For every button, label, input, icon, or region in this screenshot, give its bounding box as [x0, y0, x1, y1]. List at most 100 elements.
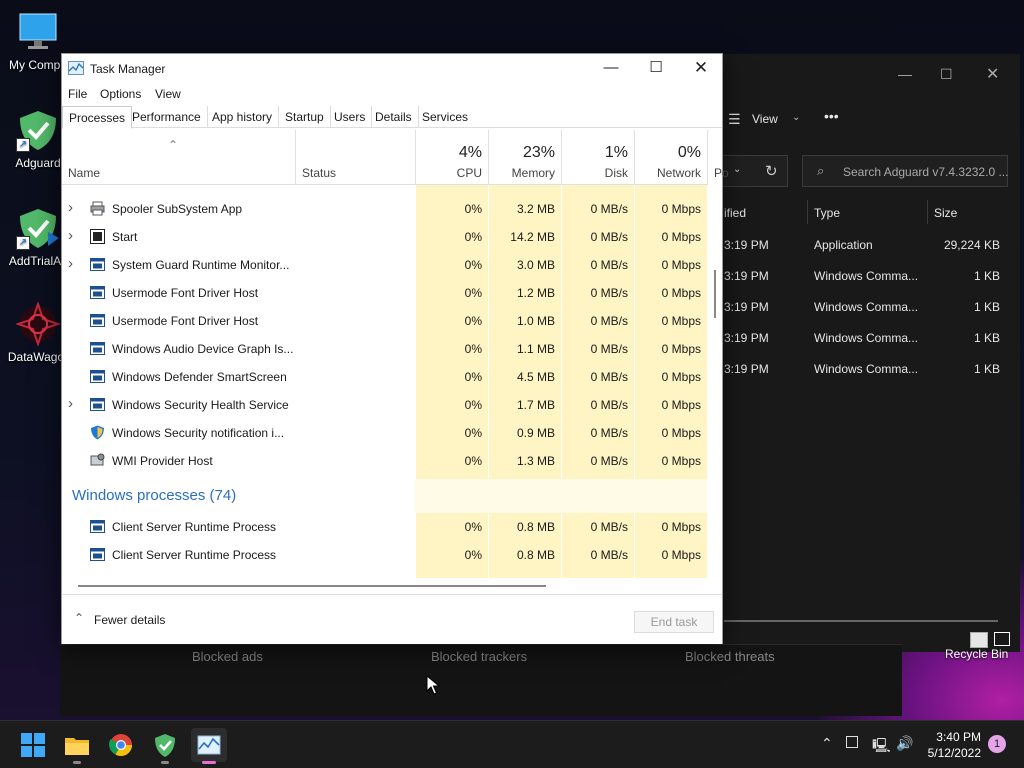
tab-performance[interactable]: Performance [126, 106, 208, 128]
close-button[interactable]: ✕ [678, 54, 724, 84]
chevron-up-icon[interactable]: ⌃ [74, 611, 84, 625]
expand-chevron-icon[interactable]: › [68, 255, 78, 272]
process-row[interactable]: › Start 0% 14.2 MB 0 MB/s 0 Mbps [62, 223, 708, 251]
view-menu-button[interactable]: View [752, 112, 778, 126]
tab-processes[interactable]: Processes [62, 106, 133, 129]
process-name: Spooler SubSystem App [112, 202, 243, 216]
process-disk: 0 MB/s [590, 520, 628, 534]
view-menu-icon: ☰ [728, 111, 741, 127]
adguard-shield-icon: ↗ [16, 108, 60, 152]
app-window-icon [90, 341, 105, 356]
process-name: System Guard Runtime Monitor... [112, 258, 290, 272]
process-row[interactable]: › Windows Security Health Service 0% 1.7 MB… [62, 391, 708, 419]
tab-services[interactable]: Services [416, 106, 474, 128]
minimize-icon[interactable]: — [898, 66, 912, 82]
fewer-details-button[interactable]: Fewer details [94, 613, 165, 627]
process-cpu: 0% [464, 454, 482, 468]
notification-badge[interactable]: 1 [988, 735, 1006, 753]
start-button[interactable] [15, 728, 51, 762]
column-disk[interactable]: 1% Disk [561, 130, 634, 185]
recycle-bin-label[interactable]: Recycle Bin [945, 647, 1008, 661]
menu-options[interactable]: Options [100, 87, 141, 101]
explorer-cell-modified: 3:19 PM [724, 238, 769, 252]
expand-chevron-icon[interactable]: › [68, 227, 78, 244]
process-memory: 1.7 MB [516, 398, 555, 412]
taskbar-chrome[interactable] [103, 728, 139, 762]
clock[interactable]: 3:40 PM 5/12/2022 [928, 729, 981, 761]
process-cpu: 0% [464, 230, 482, 244]
scroll-thumb[interactable] [714, 270, 716, 318]
process-memory: 1.0 MB [516, 314, 555, 328]
process-row[interactable]: Usermode Font Driver Host 0% 1.2 MB 0 MB/s 0… [62, 279, 708, 307]
process-disk: 0 MB/s [590, 286, 628, 300]
explorer-cell-type: Application [814, 238, 873, 252]
column-cpu[interactable]: 4% CPU [415, 130, 488, 185]
column-size[interactable]: Size [934, 206, 957, 220]
process-name: WMI Provider Host [112, 454, 213, 468]
expand-chevron-icon[interactable]: › [68, 199, 78, 216]
address-controls: ⌄ ↻ [720, 155, 788, 187]
process-row[interactable]: Client Server Runtime Process 0% 0.8 MB 0 M… [62, 541, 708, 569]
more-options-button[interactable]: ••• [824, 108, 839, 124]
process-memory: 14.2 MB [510, 230, 555, 244]
tab-startup[interactable]: Startup [279, 106, 331, 128]
tablet-icon[interactable] [846, 736, 858, 748]
column-type[interactable]: Type [814, 206, 840, 220]
column-header-row: ⌃ Name Status 4% CPU 23% Memory 1% Disk … [62, 130, 729, 185]
column-divider [807, 200, 808, 224]
process-name: Client Server Runtime Process [112, 520, 277, 534]
vertical-scrollbar[interactable] [708, 130, 722, 578]
taskbar-task-manager[interactable] [191, 728, 227, 764]
chevron-down-icon[interactable]: ⌄ [733, 164, 741, 175]
scroll-thumb[interactable] [78, 585, 546, 587]
search-box[interactable]: ⌕ Search Adguard v7.4.3232.0 ... [802, 155, 1008, 187]
volume-icon[interactable]: 🔊 [896, 735, 913, 752]
process-network: 0 Mbps [661, 426, 701, 440]
printer-icon [90, 201, 105, 216]
refresh-icon[interactable]: ↻ [765, 162, 778, 180]
taskbar-file-explorer[interactable] [59, 728, 95, 764]
process-row[interactable]: Usermode Font Driver Host 0% 1.0 MB 0 MB/s 0… [62, 307, 708, 335]
details-view-icon[interactable] [970, 632, 988, 648]
horizontal-scrollbar[interactable] [724, 620, 998, 622]
column-network[interactable]: 0% Network [634, 130, 707, 185]
maximize-icon[interactable]: ☐ [940, 66, 953, 83]
minimize-button[interactable]: — [588, 54, 634, 84]
menu-file[interactable]: File [68, 87, 87, 101]
explorer-cell-type: Windows Comma... [814, 300, 919, 314]
maximize-button[interactable]: ☐ [633, 54, 679, 84]
taskbar-adguard[interactable] [147, 728, 183, 764]
title-bar[interactable]: Task Manager — ☐ ✕ [62, 54, 722, 84]
task-manager-app-icon [68, 61, 84, 75]
security-shield-icon [90, 425, 105, 440]
group-header-windows-processes[interactable]: Windows processes (74) [72, 487, 236, 504]
tab-details[interactable]: Details [369, 106, 419, 128]
expand-chevron-icon[interactable]: › [68, 395, 78, 412]
process-row[interactable]: WMI Provider Host 0% 1.3 MB 0 MB/s 0 Mbps [62, 447, 708, 475]
window-title: Task Manager [90, 62, 166, 76]
close-icon[interactable]: ✕ [986, 64, 999, 84]
menu-view[interactable]: View [155, 87, 181, 101]
column-name[interactable]: Name [68, 166, 100, 180]
column-memory[interactable]: 23% Memory [488, 130, 561, 185]
process-row[interactable]: Client Server Runtime Process 0% 0.8 MB 0 M… [62, 513, 708, 541]
column-status[interactable]: Status [295, 130, 415, 185]
show-hidden-icons-chevron-icon[interactable]: ⌃ [821, 735, 833, 752]
horizontal-scrollbar[interactable] [62, 578, 708, 592]
search-icon: ⌕ [817, 163, 825, 178]
process-row[interactable]: Windows Security notification i... 0% 0.9 … [62, 419, 708, 447]
shortcut-arrow-icon: ↗ [16, 138, 30, 152]
tab-users[interactable]: Users [328, 106, 373, 128]
process-network: 0 Mbps [661, 398, 701, 412]
process-row[interactable]: Windows Audio Device Graph Is... 0% 1.1 MB… [62, 335, 708, 363]
process-row[interactable]: Windows Defender SmartScreen 0% 4.5 MB 0 MB… [62, 363, 708, 391]
network-icon[interactable]: 🖳 [872, 735, 891, 759]
process-row[interactable]: › System Guard Runtime Monitor... 0% 3.0 MB… [62, 251, 708, 279]
column-modified[interactable]: ified [724, 206, 746, 220]
tiles-view-icon[interactable] [994, 632, 1010, 646]
end-task-button[interactable]: End task [634, 611, 714, 633]
process-network: 0 Mbps [661, 342, 701, 356]
process-row[interactable]: › Spooler SubSystem App 0% 3.2 MB 0 MB/s 0 Mb… [62, 195, 708, 223]
tab-app-history[interactable]: App history [206, 106, 280, 128]
network-total: 0% [677, 144, 701, 161]
